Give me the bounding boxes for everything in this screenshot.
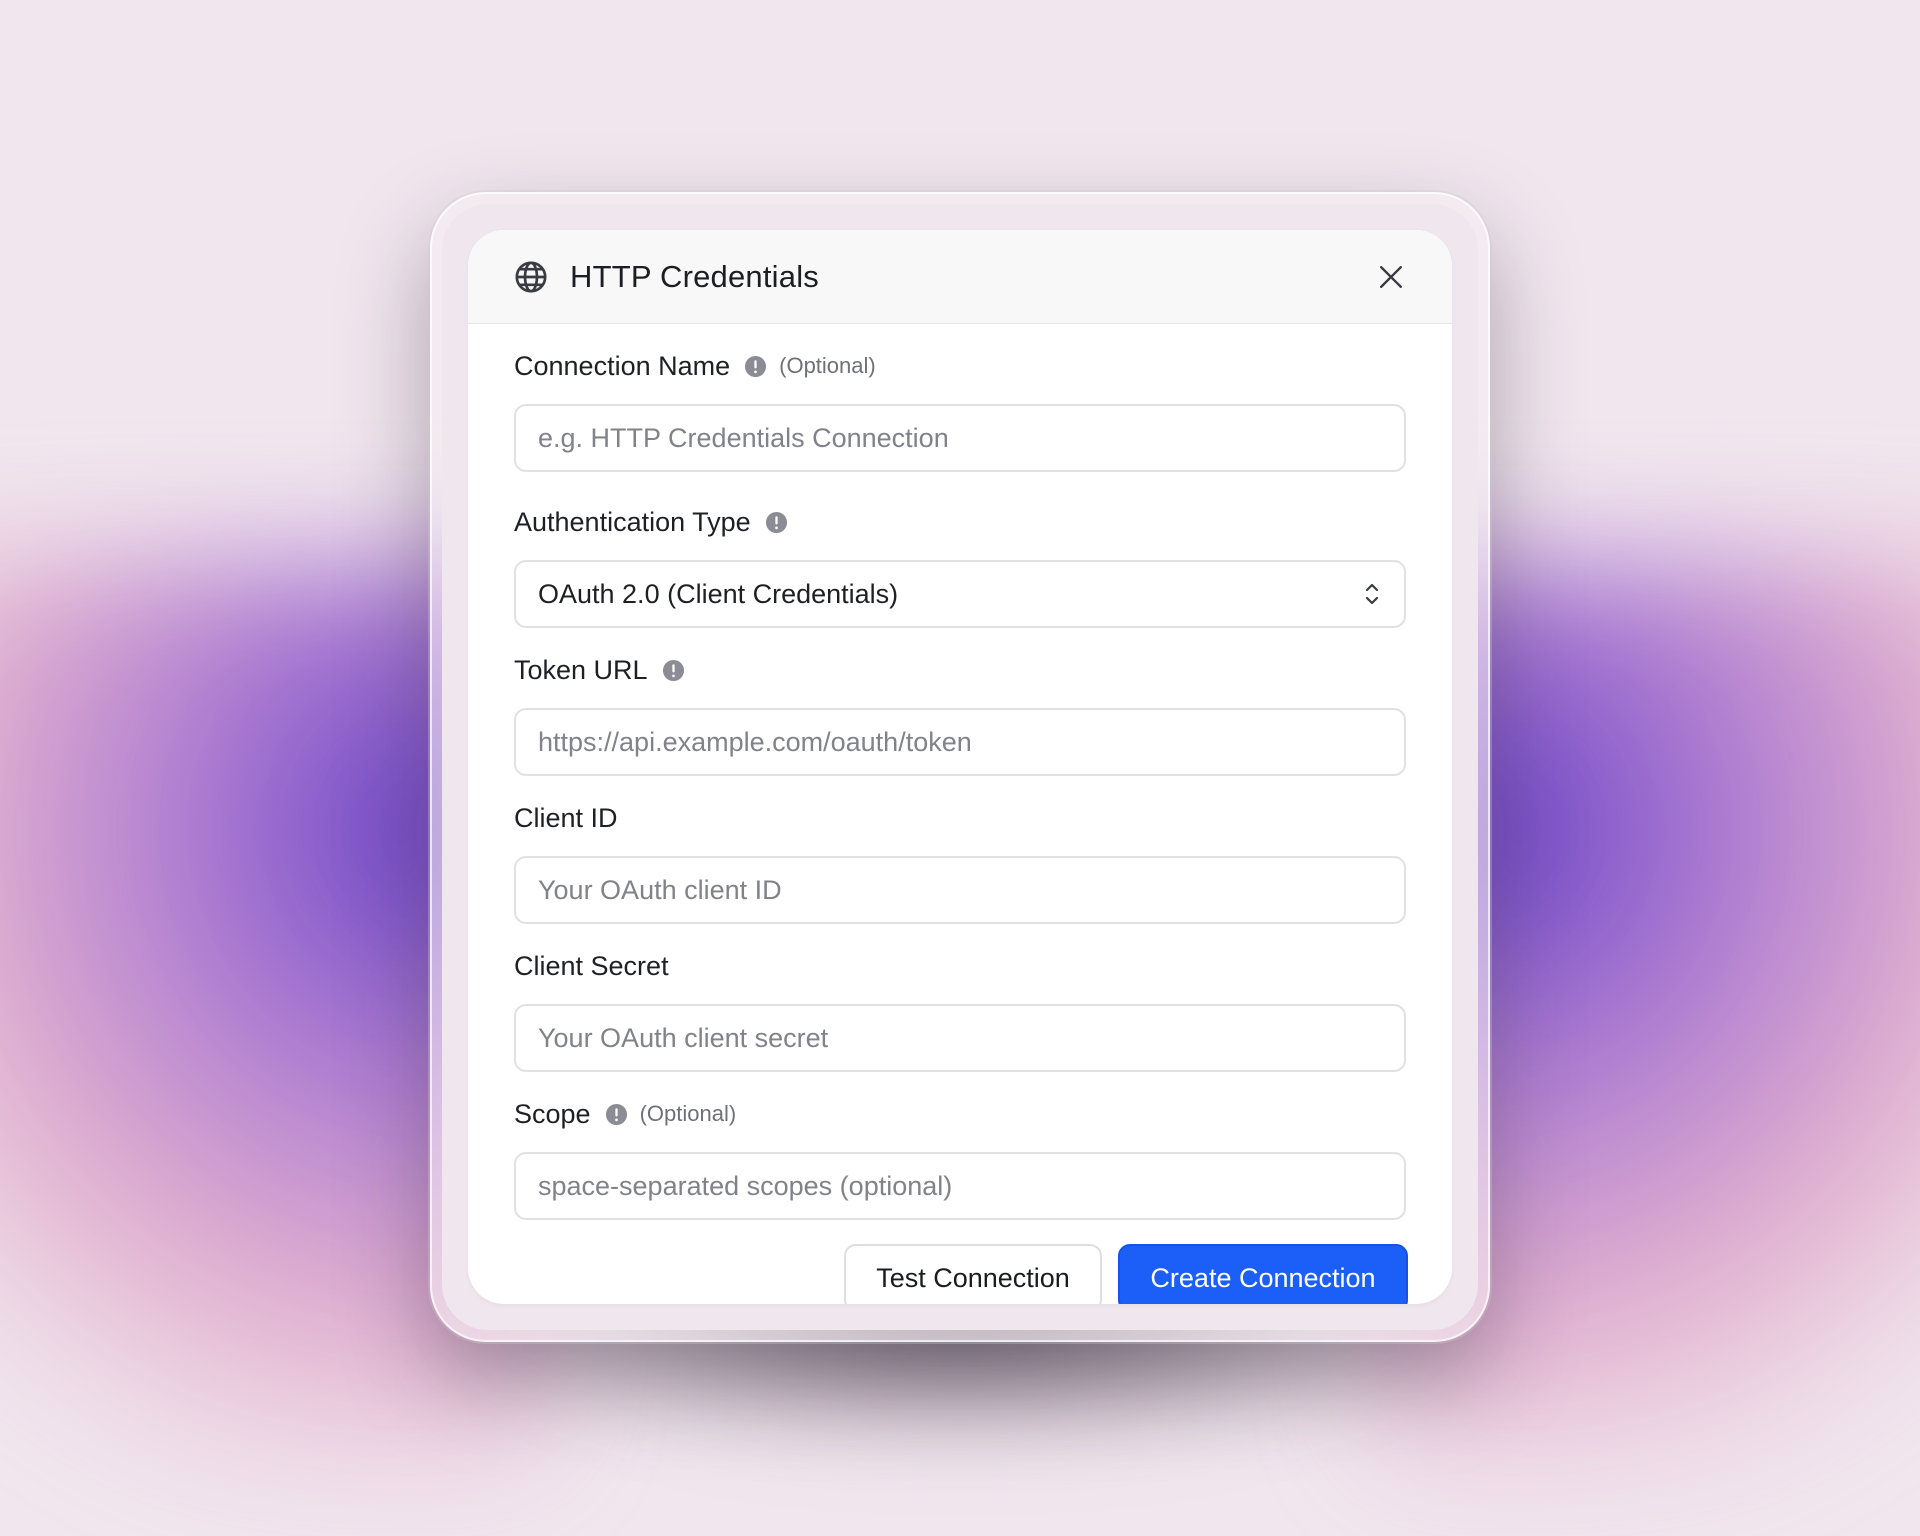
client-secret-label: Client Secret (514, 950, 669, 981)
dialog-header: HTTP Credentials (468, 230, 1452, 324)
info-icon[interactable] (765, 511, 788, 534)
auth-type-label: Authentication Type (514, 506, 751, 537)
client-id-group: Client ID (514, 800, 1406, 924)
scope-input[interactable] (514, 1152, 1406, 1220)
close-button[interactable] (1374, 260, 1408, 294)
connection-name-group: Connection Name (Optional) (514, 348, 1406, 472)
client-secret-input[interactable] (514, 1004, 1406, 1072)
close-icon (1380, 265, 1402, 288)
connection-name-label-row: Connection Name (Optional) (514, 348, 1406, 384)
create-connection-button[interactable]: Create Connection (1118, 1244, 1408, 1304)
token-url-label-row: Token URL (514, 652, 1406, 688)
info-icon[interactable] (744, 355, 767, 378)
client-id-label-row: Client ID (514, 800, 1406, 836)
dialog-title: HTTP Credentials (570, 258, 819, 294)
client-id-input[interactable] (514, 856, 1406, 924)
auth-type-select[interactable]: OAuth 2.0 (Client Credentials) (514, 560, 1406, 628)
test-connection-button[interactable]: Test Connection (844, 1244, 1102, 1304)
client-id-label: Client ID (514, 802, 618, 833)
client-secret-label-row: Client Secret (514, 948, 1406, 984)
auth-type-label-row: Authentication Type (514, 504, 1406, 540)
globe-icon (514, 260, 548, 294)
info-icon[interactable] (605, 1103, 628, 1126)
info-icon[interactable] (662, 659, 685, 682)
optional-tag: (Optional) (779, 353, 876, 378)
optional-tag: (Optional) (639, 1101, 737, 1126)
auth-type-group: Authentication Type OAuth 2.0 (Client Cr… (514, 504, 1406, 628)
token-url-input[interactable] (514, 708, 1406, 776)
token-url-label: Token URL (514, 654, 648, 685)
connection-name-input[interactable] (514, 404, 1406, 472)
auth-type-selected-value: OAuth 2.0 (Client Credentials) (538, 578, 899, 609)
connection-name-label: Connection Name (514, 350, 731, 381)
credentials-dialog: HTTP Credentials Connection Name (Option… (468, 230, 1452, 1304)
chevron-updown-icon (1362, 580, 1382, 608)
client-secret-group: Client Secret (514, 948, 1406, 1072)
scope-group: Scope (Optional) (514, 1096, 1406, 1220)
dialog-footer: Test Connection Create Connection (468, 1220, 1452, 1304)
scope-label: Scope (514, 1098, 591, 1129)
dialog-body: Connection Name (Optional) Authenticatio… (468, 324, 1452, 1220)
scope-label-row: Scope (Optional) (514, 1096, 1406, 1132)
token-url-group: Token URL (514, 652, 1406, 776)
